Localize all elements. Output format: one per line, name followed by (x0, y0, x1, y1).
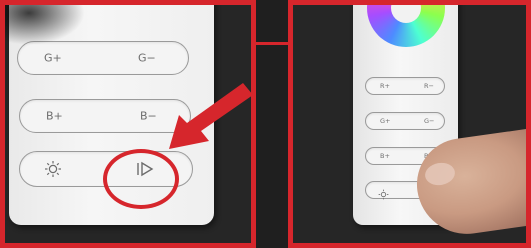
g-minus-label: G− (424, 117, 435, 125)
b-plus-label: B+ (380, 152, 390, 160)
sun-brightness-icon[interactable] (378, 185, 389, 204)
r-button-row[interactable]: R+ R− (365, 77, 445, 95)
g-plus-label: G+ (380, 117, 391, 125)
connector-line (256, 42, 288, 45)
g-plus-label: G+ (44, 51, 62, 65)
highlight-circle (103, 149, 179, 209)
g-button-row[interactable]: G+ G− (17, 41, 189, 75)
r-minus-label: R− (424, 82, 434, 90)
left-photo-panel: G+ G− B+ B− (0, 0, 256, 248)
sun-brightness-icon[interactable] (44, 160, 62, 182)
right-photo-panel: R+ R− G+ G− B+ B− (288, 0, 531, 248)
g-button-row[interactable]: G+ G− (365, 112, 445, 130)
dark-shadow (5, 5, 85, 45)
r-plus-label: R+ (380, 82, 390, 90)
photo-stage: G+ G− B+ B− R+ R− G+ G− B+ (0, 0, 531, 248)
red-arrow-icon (169, 83, 251, 149)
b-plus-label: B+ (46, 109, 63, 123)
g-minus-label: G− (138, 51, 156, 65)
